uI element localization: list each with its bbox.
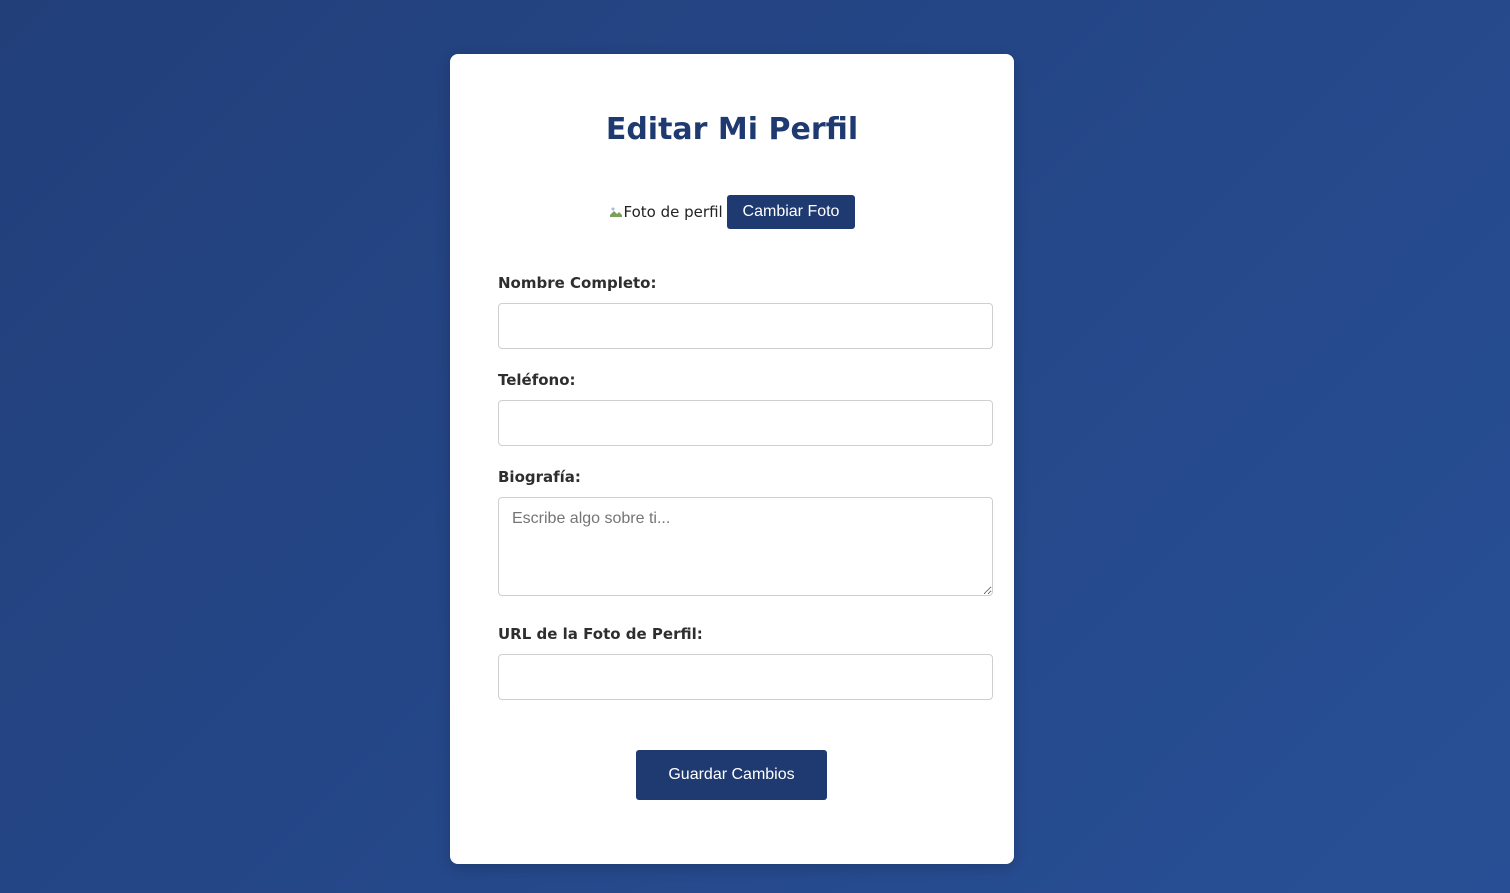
phone-label: Teléfono: (498, 371, 576, 389)
full-name-label: Nombre Completo: (498, 274, 657, 292)
page-title: Editar Mi Perfil (605, 112, 859, 147)
bio-label: Biografía: (498, 468, 581, 486)
photo-url-input[interactable] (498, 654, 993, 700)
photo-url-label: URL de la Foto de Perfil: (498, 625, 703, 643)
profile-photo: Foto de perfil (609, 196, 722, 228)
full-name-input[interactable] (498, 303, 993, 349)
profile-photo-alt-text: Foto de perfil (623, 203, 722, 221)
bio-textarea[interactable] (498, 497, 993, 596)
save-changes-button[interactable]: Guardar Cambios (636, 750, 827, 800)
profile-photo-row: Foto de perfil Cambiar Foto (450, 195, 1014, 229)
broken-image-icon (609, 205, 623, 219)
phone-input[interactable] (498, 400, 993, 446)
profile-card: Editar Mi Perfil Foto de perfil Cambiar … (450, 54, 1014, 864)
change-photo-button[interactable]: Cambiar Foto (726, 195, 856, 229)
